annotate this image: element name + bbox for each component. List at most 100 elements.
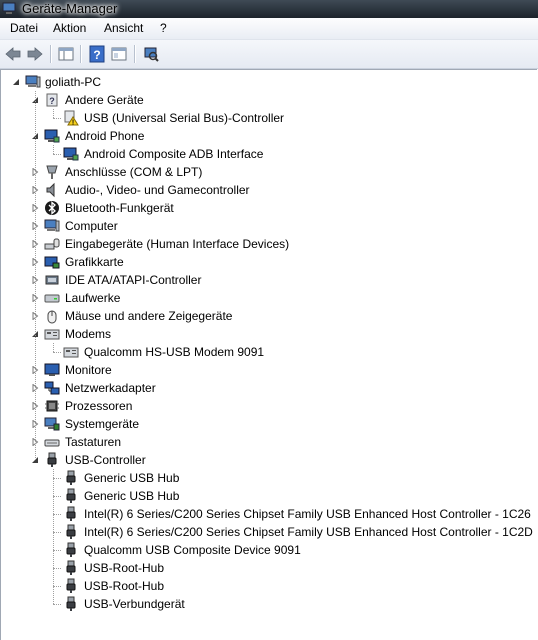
- usb-plug-icon: [66, 506, 76, 521]
- menu-datei[interactable]: Datei: [10, 21, 38, 35]
- mouse-icon: [47, 310, 57, 324]
- arrow-left-icon: [5, 47, 21, 61]
- usb-plug-icon: [66, 470, 76, 485]
- tree-category[interactable]: Prozessoren: [1, 397, 537, 415]
- svg-text:?: ?: [93, 48, 100, 62]
- tree-root[interactable]: goliath-PC: [1, 73, 537, 91]
- tree-item-label: Qualcomm HS-USB Modem 9091: [84, 345, 265, 359]
- tree-device[interactable]: USB-Root-Hub: [1, 559, 537, 577]
- tree-item-label: Generic USB Hub: [84, 489, 180, 503]
- tree-category[interactable]: Systemgeräte: [1, 415, 537, 433]
- scan-hardware-button[interactable]: [142, 45, 160, 63]
- tree-category[interactable]: IDE ATA/ATAPI-Controller: [1, 271, 537, 289]
- tree-item-label: Eingabegeräte (Human Interface Devices): [65, 237, 290, 251]
- expanded-arrow-icon[interactable]: [12, 78, 20, 86]
- tree-category[interactable]: Computer: [1, 217, 537, 235]
- tree-item-label: Grafikkarte: [65, 255, 124, 269]
- tree-connector-line: [53, 604, 61, 605]
- tree-connector-line: [53, 469, 54, 604]
- tree-device[interactable]: Generic USB Hub: [1, 487, 537, 505]
- input-device-icon: [44, 238, 60, 250]
- tree-connector-line: [53, 568, 61, 569]
- tree-category[interactable]: Laufwerke: [1, 289, 537, 307]
- toolbar-separator: [80, 45, 82, 63]
- unknown-device-icon: ?: [46, 93, 58, 107]
- menu-help[interactable]: ?: [160, 21, 167, 35]
- tree-device[interactable]: Android Composite ADB Interface: [1, 145, 537, 163]
- usb-plug-icon: [66, 488, 76, 503]
- tree-connector-line: [53, 496, 61, 497]
- tree-item-label: Tastaturen: [65, 435, 122, 449]
- toolbar-separator: [50, 45, 52, 63]
- tree-device[interactable]: USB-Root-Hub: [1, 577, 537, 595]
- modem-icon: [44, 329, 60, 340]
- toolbar: ?: [0, 40, 538, 69]
- tree-device[interactable]: Qualcomm USB Composite Device 9091: [1, 541, 537, 559]
- bluetooth-icon: [45, 201, 59, 215]
- tree-item-label: Andere Geräte: [65, 93, 144, 107]
- tree-item-label: USB-Root-Hub: [84, 579, 165, 593]
- usb-plug-icon: [66, 560, 76, 575]
- usb-plug-icon: [66, 578, 76, 593]
- modem-icon: [63, 347, 79, 358]
- tree-category[interactable]: Tastaturen: [1, 433, 537, 451]
- tree-item-label: goliath-PC: [45, 75, 102, 89]
- tree-device[interactable]: Qualcomm HS-USB Modem 9091: [1, 343, 537, 361]
- properties-icon: [111, 47, 127, 61]
- menu-aktion[interactable]: Aktion: [53, 21, 86, 35]
- help-icon: ?: [89, 45, 105, 63]
- menu-bar: Datei Aktion Ansicht ?: [0, 18, 538, 40]
- tree-item-label: Mäuse und andere Zeigegeräte: [65, 309, 233, 323]
- tree-item-label: Generic USB Hub: [84, 471, 180, 485]
- tree-item-label: USB-Root-Hub: [84, 561, 165, 575]
- keyboard-icon: [44, 439, 60, 447]
- usb-plug-icon: [47, 452, 57, 467]
- toolbar-separator: [134, 45, 136, 63]
- window-title: Geräte-Manager: [22, 1, 118, 16]
- tree-category[interactable]: Eingabegeräte (Human Interface Devices): [1, 235, 537, 253]
- tree-connector-line: [53, 109, 54, 118]
- back-button[interactable]: [4, 45, 22, 63]
- tree-item-label: USB-Controller: [65, 453, 146, 467]
- tree-device[interactable]: Generic USB Hub: [1, 469, 537, 487]
- speaker-icon: [46, 182, 55, 198]
- tree-category[interactable]: Bluetooth-Funkgerät: [1, 199, 537, 217]
- show-hide-console-tree-button[interactable]: [57, 45, 75, 63]
- properties-button[interactable]: [110, 45, 128, 63]
- tree-connector-line: [53, 586, 61, 587]
- tree-category[interactable]: Modems: [1, 325, 537, 343]
- usb-plug-icon: [66, 542, 76, 557]
- computer-icon: [25, 75, 41, 88]
- tree-item-label: Systemgeräte: [65, 417, 140, 431]
- tree-device[interactable]: ! USB (Universal Serial Bus)-Controller: [1, 109, 537, 127]
- tree-item-label: Prozessoren: [65, 399, 133, 413]
- help-button[interactable]: ?: [88, 45, 106, 63]
- tree-category[interactable]: USB-Controller: [1, 451, 537, 469]
- arrow-right-icon: [27, 47, 43, 61]
- device-manager-icon: [2, 2, 16, 14]
- system-device-icon: [44, 417, 60, 431]
- menu-ansicht[interactable]: Ansicht: [104, 21, 143, 35]
- tree-category[interactable]: Netzwerkadapter: [1, 379, 537, 397]
- tree-item-label: Modems: [65, 327, 112, 341]
- monitor-device-icon: [44, 129, 60, 143]
- tree-category[interactable]: Mäuse und andere Zeigegeräte: [1, 307, 537, 325]
- tree-category[interactable]: Anschlüsse (COM & LPT): [1, 163, 537, 181]
- tree-category[interactable]: ? Andere Geräte: [1, 91, 537, 109]
- tree-device[interactable]: Intel(R) 6 Series/C200 Series Chipset Fa…: [1, 505, 537, 523]
- tree-device[interactable]: Intel(R) 6 Series/C200 Series Chipset Fa…: [1, 523, 537, 541]
- tree-category[interactable]: Grafikkarte: [1, 253, 537, 271]
- tree-category[interactable]: Monitore: [1, 361, 537, 379]
- drive-icon: [44, 294, 60, 303]
- tree-connector-line: [53, 145, 54, 154]
- monitor-icon: [44, 363, 60, 376]
- device-tree[interactable]: goliath-PC? Andere Geräte ! USB (Universal …: [0, 69, 537, 640]
- forward-button[interactable]: [26, 45, 44, 63]
- tree-category[interactable]: Android Phone: [1, 127, 537, 145]
- network-adapter-icon: [44, 381, 60, 395]
- svg-text:?: ?: [49, 96, 55, 106]
- tree-device[interactable]: USB-Verbundgerät: [1, 595, 537, 613]
- computer-icon: [44, 219, 60, 232]
- tree-category[interactable]: Audio-, Video- und Gamecontroller: [1, 181, 537, 199]
- tree-item-label: Anschlüsse (COM & LPT): [65, 165, 203, 179]
